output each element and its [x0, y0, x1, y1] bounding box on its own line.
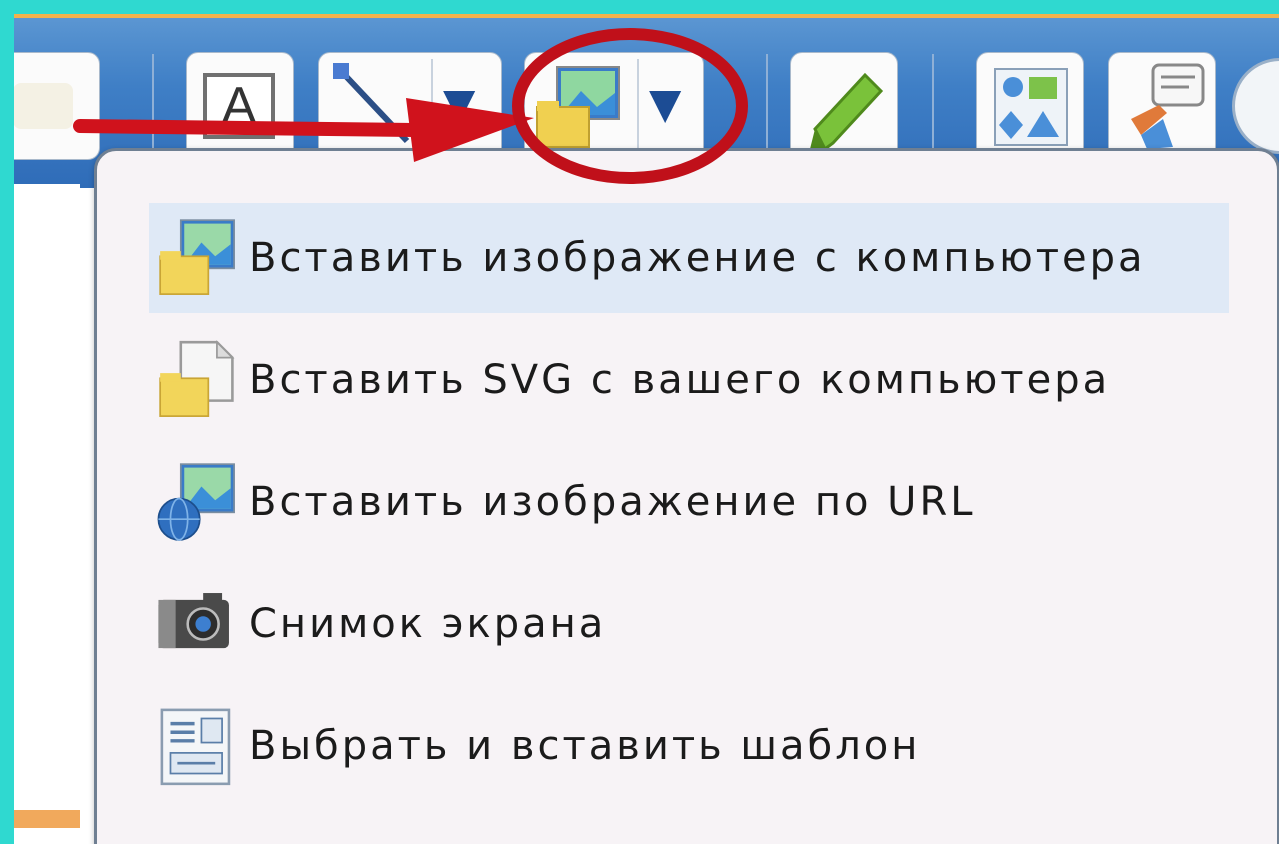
callout-icon — [1131, 63, 1205, 149]
line-tool-button[interactable]: ▼ — [318, 52, 502, 160]
text-tool-button[interactable]: A — [186, 52, 294, 160]
round-tool-button[interactable] — [1232, 58, 1279, 154]
split-divider — [637, 59, 639, 153]
status-strip — [14, 810, 80, 828]
image-folder-icon — [536, 66, 620, 148]
split-divider — [431, 59, 433, 153]
blank-icon — [14, 83, 73, 129]
canvas-area — [14, 184, 80, 844]
menu-item-image-from-computer[interactable]: Вставить изображение с компьютера — [149, 203, 1229, 313]
callout-tool-button[interactable] — [1108, 52, 1216, 160]
menu-item-svg-from-computer[interactable]: Вставить SVG с вашего компьютера — [149, 325, 1229, 435]
menu-item-choose-template[interactable]: Выбрать и вставить шаблон — [149, 691, 1229, 801]
menu-item-image-by-url[interactable]: Вставить изображение по URL — [149, 447, 1229, 557]
toolbar-separator — [152, 54, 154, 158]
insert-image-dropdown-arrow[interactable]: ▼ — [649, 79, 681, 128]
insert-image-menu: Вставить изображение с компьютера Встави… — [94, 148, 1279, 844]
image-url-globe-icon — [157, 463, 235, 541]
camera-icon — [158, 593, 229, 649]
line-icon — [333, 63, 410, 144]
menu-item-label: Выбрать и вставить шаблон — [249, 723, 921, 769]
menu-item-label: Вставить изображение с компьютера — [249, 235, 1146, 281]
toolbar-separator — [766, 54, 768, 158]
menu-item-screenshot[interactable]: Снимок экрана — [149, 569, 1229, 679]
shapes-icon — [994, 68, 1068, 146]
marker-tool-button[interactable] — [790, 52, 898, 160]
menu-item-label: Вставить SVG с вашего компьютера — [249, 357, 1111, 403]
toolbar-separator — [932, 54, 934, 158]
svg-file-icon — [159, 340, 235, 417]
text-a-icon: A — [203, 73, 275, 139]
blank-tool-button[interactable] — [14, 52, 100, 160]
green-marker-icon — [809, 72, 884, 153]
text-a-glyph: A — [221, 77, 257, 135]
app-window: A ▼ ▼ Вставить изображение с компьютера … — [14, 14, 1279, 844]
line-dropdown-arrow[interactable]: ▼ — [443, 79, 475, 128]
image-from-computer-icon — [159, 219, 235, 295]
insert-image-tool-button[interactable]: ▼ — [524, 52, 704, 160]
shapes-tool-button[interactable] — [976, 52, 1084, 160]
template-icon — [160, 708, 231, 786]
menu-item-label: Снимок экрана — [249, 601, 607, 647]
menu-item-label: Вставить изображение по URL — [249, 479, 976, 525]
